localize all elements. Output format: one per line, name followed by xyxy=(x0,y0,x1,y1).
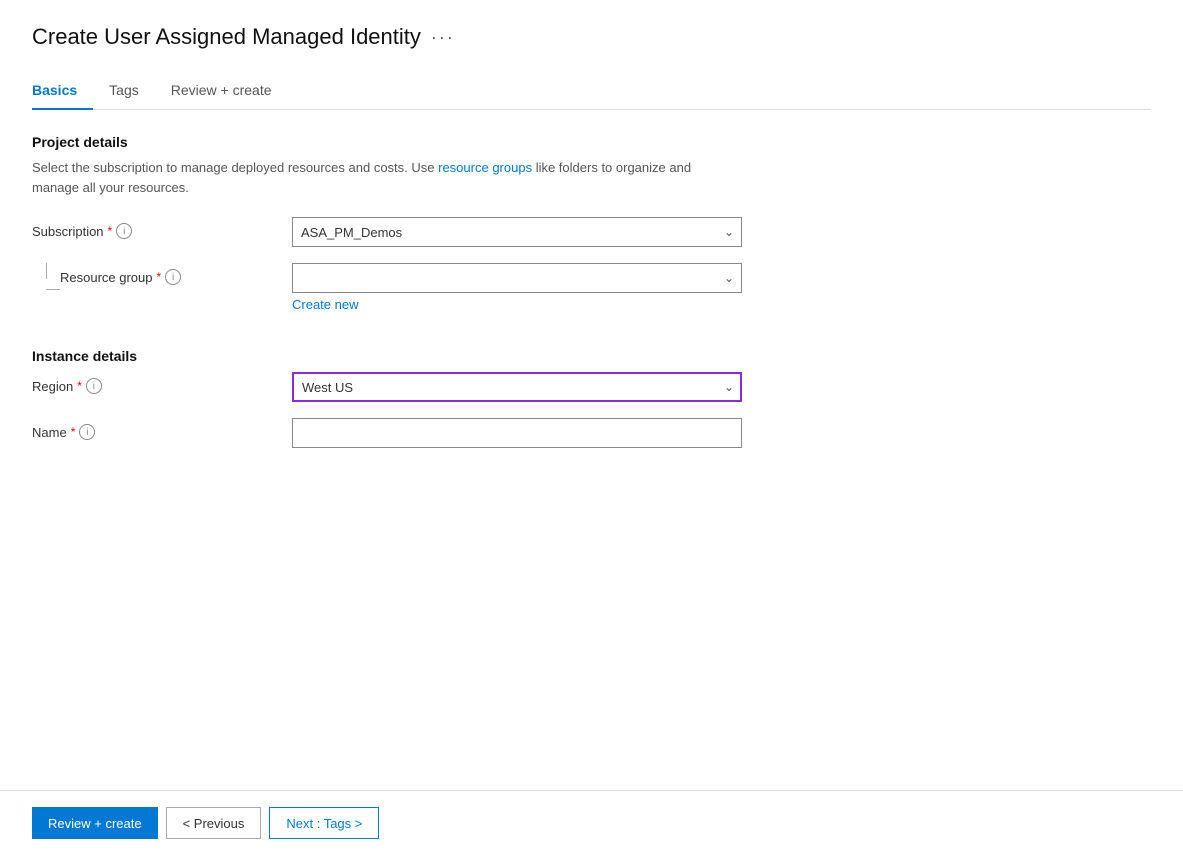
subscription-field-row: Subscription * i ASA_PM_Demos ⌄ xyxy=(32,217,1151,247)
page-title: Create User Assigned Managed Identity xyxy=(32,24,421,50)
instance-details-heading: Instance details xyxy=(32,348,1151,364)
next-button[interactable]: Next : Tags > xyxy=(269,807,379,839)
subscription-control-col: ASA_PM_Demos ⌄ xyxy=(292,217,742,247)
project-details-heading: Project details xyxy=(32,134,1151,150)
subscription-required: * xyxy=(108,224,113,238)
region-select[interactable]: West US East US West Europe East Asia xyxy=(292,372,742,402)
tab-bar: Basics Tags Review + create xyxy=(32,74,1151,110)
name-control-col xyxy=(292,418,742,448)
subscription-label: Subscription xyxy=(32,224,104,239)
region-label: Region xyxy=(32,379,73,394)
region-required: * xyxy=(77,379,82,393)
resource-groups-link[interactable]: resource groups xyxy=(438,160,532,175)
resource-group-label: Resource group xyxy=(60,270,153,285)
tab-review-create[interactable]: Review + create xyxy=(155,74,288,110)
name-input[interactable] xyxy=(292,418,742,448)
name-label: Name xyxy=(32,425,67,440)
footer: Review + create < Previous Next : Tags > xyxy=(0,790,1183,855)
resource-group-info-icon[interactable]: i xyxy=(165,269,181,285)
resource-group-select[interactable] xyxy=(292,263,742,293)
resource-group-field-row: Resource group * i ⌄ Create new xyxy=(32,263,1151,312)
instance-details-section: Instance details Region * i West US East… xyxy=(32,348,1151,464)
previous-button[interactable]: < Previous xyxy=(166,807,262,839)
subscription-info-icon[interactable]: i xyxy=(116,223,132,239)
review-create-button[interactable]: Review + create xyxy=(32,807,158,839)
tab-tags[interactable]: Tags xyxy=(93,74,155,110)
subscription-label-col: Subscription * i xyxy=(32,217,292,239)
region-info-icon[interactable]: i xyxy=(86,378,102,394)
name-label-col: Name * i xyxy=(32,418,292,440)
resource-group-control-col: ⌄ Create new xyxy=(292,263,742,312)
region-control-col: West US East US West Europe East Asia ⌄ xyxy=(292,372,742,402)
region-label-col: Region * i xyxy=(32,372,292,394)
resource-group-select-wrapper: ⌄ xyxy=(292,263,742,293)
project-details-section: Project details Select the subscription … xyxy=(32,134,1151,316)
name-field-row: Name * i xyxy=(32,418,1151,448)
project-details-description: Select the subscription to manage deploy… xyxy=(32,158,732,197)
region-select-wrapper: West US East US West Europe East Asia ⌄ xyxy=(292,372,742,402)
create-new-link[interactable]: Create new xyxy=(292,297,358,312)
resource-group-label-area: Resource group * i xyxy=(32,263,292,290)
subscription-select[interactable]: ASA_PM_Demos xyxy=(292,217,742,247)
tab-basics[interactable]: Basics xyxy=(32,74,93,110)
region-field-row: Region * i West US East US West Europe E… xyxy=(32,372,1151,402)
resource-group-required: * xyxy=(157,270,162,284)
name-required: * xyxy=(71,425,76,439)
name-info-icon[interactable]: i xyxy=(79,424,95,440)
subscription-select-wrapper: ASA_PM_Demos ⌄ xyxy=(292,217,742,247)
more-options-icon[interactable]: ··· xyxy=(431,27,455,48)
